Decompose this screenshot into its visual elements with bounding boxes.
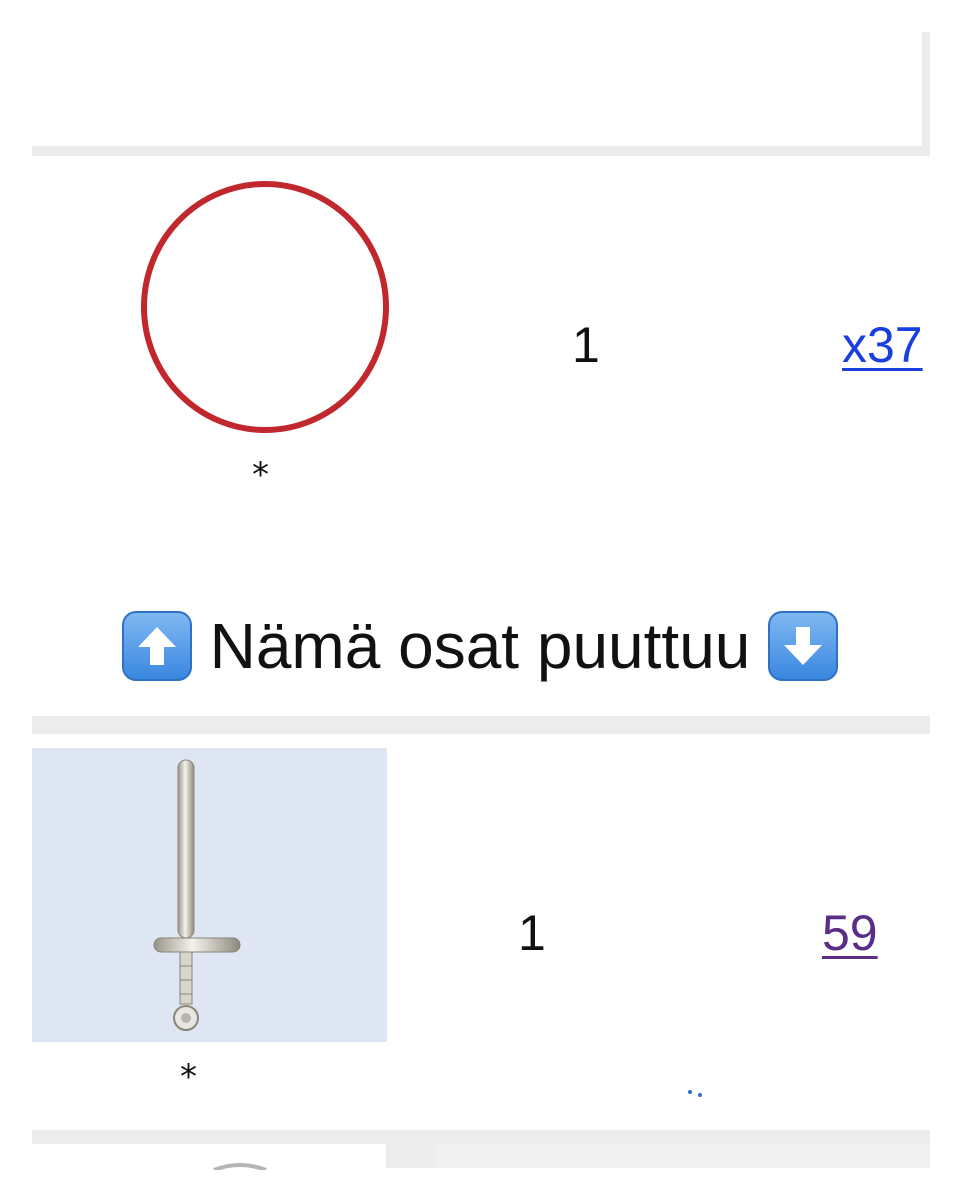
- part-note: *: [180, 1057, 197, 1097]
- part-note: *: [252, 455, 269, 495]
- cell-background: [436, 1144, 930, 1168]
- partial-part-image: [213, 1163, 267, 1170]
- part-link[interactable]: x37: [842, 320, 923, 370]
- up-arrow-icon: [121, 611, 192, 681]
- page: * 1 x37 Nämä osat puuttuu * 1 59: [0, 0, 960, 1200]
- cell-divider: [386, 1144, 436, 1168]
- red-ring-part-image[interactable]: [140, 180, 390, 434]
- part-quantity: 1: [572, 317, 600, 373]
- table-right-border: [922, 32, 930, 154]
- silver-sword-part-image[interactable]: [32, 748, 387, 1042]
- part-link[interactable]: 59: [822, 908, 878, 958]
- dots-icon: [688, 1090, 702, 1097]
- sword-icon: [153, 759, 241, 1031]
- missing-parts-heading: Nämä osat puuttuu: [0, 604, 960, 688]
- row-divider: [32, 716, 930, 734]
- down-arrow-icon: [768, 611, 839, 681]
- part-quantity: 1: [518, 905, 546, 961]
- row-divider: [32, 146, 930, 156]
- row-divider: [32, 1130, 930, 1144]
- heading-text: Nämä osat puuttuu: [209, 610, 751, 682]
